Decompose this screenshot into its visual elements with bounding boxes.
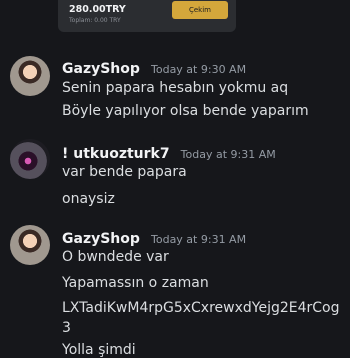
avatar[interactable] [10, 56, 50, 96]
message-text: 3 [62, 320, 71, 336]
withdraw-button[interactable]: Çekim [172, 1, 228, 19]
balance-subtext: Toplam: 0.00 TRY [69, 17, 121, 24]
timestamp: Today at 9:31 AM [180, 148, 276, 161]
message-text: onaysiz [62, 191, 115, 207]
avatar[interactable] [10, 225, 50, 265]
message-text: Senin papara hesabın yokmu aq [62, 80, 289, 96]
message-text: Yapamassın o zaman [62, 275, 209, 291]
timestamp: Today at 9:30 AM [151, 63, 247, 76]
avatar[interactable] [10, 139, 50, 179]
message-header: GazyShop Today at 9:30 AM [62, 58, 246, 77]
message-text: LXTadiKwM4rpG5xCxrewxdYejg2E4rCog [62, 300, 340, 316]
message-header: GazyShop Today at 9:31 AM [62, 228, 246, 247]
message-text: O bwndede var [62, 249, 169, 265]
username[interactable]: GazyShop [62, 231, 140, 247]
message-text: Böyle yapılıyor olsa bende yaparım [62, 103, 309, 119]
username[interactable]: GazyShop [62, 61, 140, 77]
message-header: ! utkuozturk7 Today at 9:31 AM [62, 143, 276, 162]
message-text: Yolla şimdi [62, 342, 136, 358]
balance-amount: 280.00TRY [69, 4, 126, 15]
payment-embed-card: 280.00TRY Toplam: 0.00 TRY Çekim [58, 0, 236, 32]
timestamp: Today at 9:31 AM [151, 233, 247, 246]
message-text: var bende papara [62, 164, 187, 180]
username[interactable]: ! utkuozturk7 [62, 146, 170, 162]
